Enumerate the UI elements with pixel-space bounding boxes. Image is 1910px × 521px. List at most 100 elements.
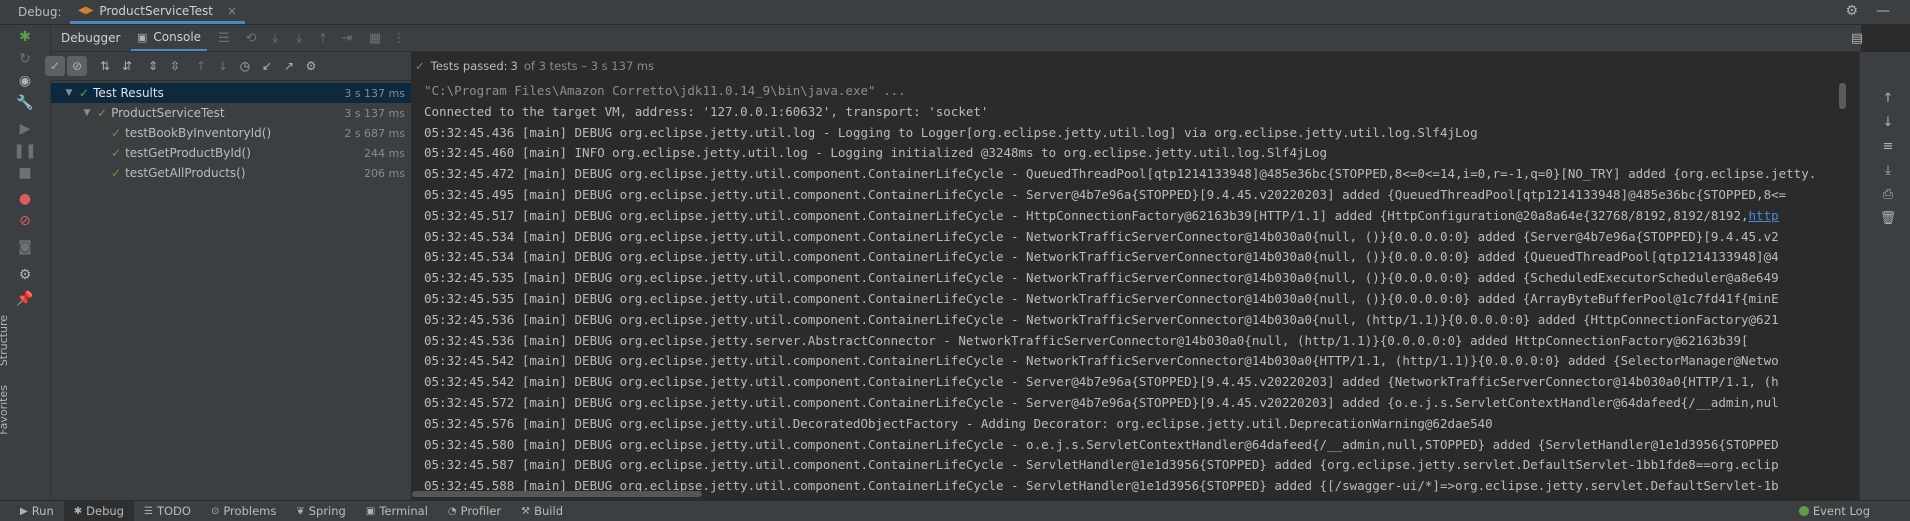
tree-node-test[interactable]: ✓ testGetProductById() 244 ms (51, 143, 411, 163)
pause-icon[interactable]: ❚❚ (13, 141, 36, 161)
status-detail: of 3 tests – 3 s 137 ms (523, 59, 655, 73)
layout-icon[interactable]: ☰ (214, 29, 234, 47)
passed-check-icon: ✓ (111, 146, 122, 160)
profiler-icon: ◔ (447, 505, 457, 517)
console-output[interactable]: "C:\Program Files\Amazon Corretto\jdk11.… (412, 81, 1860, 497)
settings-icon[interactable]: ⚙ (15, 265, 35, 285)
trash-icon[interactable]: 🗑 (1878, 208, 1898, 228)
passed-check-icon: ✓ (415, 59, 425, 73)
stop-icon[interactable]: ■ (15, 163, 35, 183)
tool-tab-run[interactable]: ▶ Run (10, 501, 64, 521)
export-tests-icon[interactable]: ↗ (279, 56, 299, 76)
tab-debugger[interactable]: Debugger (51, 25, 130, 51)
next-failed-icon[interactable]: ↓ (213, 56, 233, 76)
passed-check-icon: ✓ (97, 106, 108, 120)
step-over-icon[interactable]: ⤓ (265, 29, 285, 47)
horizontal-scrollbar[interactable] (412, 491, 702, 497)
tab-console-label: Console (153, 30, 202, 44)
view-breakpoints-icon[interactable]: ● (15, 189, 35, 209)
tool-tab-todo[interactable]: ☰ TODO (134, 501, 201, 521)
down-arrow-icon[interactable]: ↓ (1878, 112, 1898, 132)
console-toolbar: ↑ ↓ ≡ ⤓ ⎙ 🗑 (1859, 52, 1910, 500)
debug-label: Debug: (18, 5, 62, 19)
camera-icon[interactable]: ◙ (15, 237, 35, 257)
left-debug-toolbar: ✱ ↻ ◉ 🔧 ▶ ❚❚ ■ ● ⊘ ◙ ⚙ 📌 Structure Favor… (0, 25, 51, 500)
hammer-icon: ⚒ (521, 505, 531, 517)
soft-wrap-icon[interactable]: ≡ (1878, 136, 1898, 156)
trace-icon[interactable]: ⋮ (389, 29, 409, 47)
layout-settings-icon[interactable]: ▤ (1847, 29, 1867, 47)
resume-icon[interactable]: ▶ (15, 119, 35, 139)
tool-tab-profiler[interactable]: ◔ Profiler (438, 501, 511, 521)
console-line: 05:32:45.535 [main] DEBUG org.eclipse.je… (424, 290, 1779, 306)
console-line: 05:32:45.534 [main] DEBUG org.eclipse.je… (424, 228, 1779, 244)
tool-tab-build[interactable]: ⚒ Build (511, 501, 573, 521)
debug-tool-window-header: Debug: ◀▶ ProductServiceTest × ⚙ — (0, 0, 1910, 25)
tool-tab-debug[interactable]: ✱ Debug (63, 501, 134, 521)
tool-tab-label: Run (31, 504, 54, 518)
show-passed-icon[interactable]: ✓ (45, 56, 65, 76)
rerun-failed-icon[interactable]: ↻ (15, 49, 35, 69)
show-ignored-icon[interactable]: ⊘ (67, 56, 87, 76)
tool-tab-problems[interactable]: ⊙ Problems (201, 501, 286, 521)
status-count: 3 (510, 59, 518, 73)
scroll-to-end-icon[interactable]: ⤓ (1878, 160, 1898, 180)
mute-breakpoints-icon[interactable]: ⊘ (15, 211, 35, 231)
step-into-icon[interactable]: ⤓ (289, 29, 309, 47)
structure-tool-label[interactable]: Structure (0, 315, 10, 366)
passed-check-icon: ✓ (79, 86, 90, 100)
console-line: 05:32:45.517 [main] DEBUG org.eclipse.je… (412, 206, 1860, 227)
close-icon[interactable]: × (227, 4, 237, 18)
tree-node-time: 244 ms (364, 146, 405, 160)
console-line: 05:32:45.572 [main] DEBUG org.eclipse.je… (424, 394, 1779, 410)
tree-node-test[interactable]: ✓ testBookByInventoryId() 2 s 687 ms (51, 123, 411, 143)
toggle-auto-test-icon[interactable]: ◉ (15, 71, 35, 91)
step-out-icon[interactable]: ⤒ (313, 29, 333, 47)
tree-node-test-results[interactable]: ▼ ✓ Test Results 3 s 137 ms (51, 83, 411, 103)
tab-console[interactable]: ▣ Console (131, 25, 208, 51)
tree-node-label: ProductServiceTest (111, 106, 225, 120)
gear-icon[interactable]: ⚙ (1845, 3, 1858, 19)
tree-node-class[interactable]: ▼ ✓ ProductServiceTest 3 s 137 ms (51, 103, 411, 123)
print-icon[interactable]: ⎙ (1878, 184, 1898, 204)
test-settings-icon[interactable]: ⚙ (301, 56, 321, 76)
pin-icon[interactable]: 📌 (15, 289, 35, 309)
chevron-down-icon[interactable]: ▼ (63, 88, 75, 98)
minimize-icon[interactable]: — (1876, 3, 1890, 19)
tool-tab-label: Build (534, 504, 563, 518)
console-line: 05:32:45.580 [main] DEBUG org.eclipse.je… (424, 436, 1779, 452)
console-line: 05:32:45.436 [main] DEBUG org.eclipse.je… (424, 124, 1478, 140)
tool-tab-spring[interactable]: ❦ Spring (286, 501, 356, 521)
event-log-button[interactable]: Event Log (1798, 501, 1870, 521)
test-history-icon[interactable]: ◷ (235, 56, 255, 76)
import-tests-icon[interactable]: ↙ (257, 56, 277, 76)
up-arrow-icon[interactable]: ↑ (1878, 88, 1898, 108)
evaluate-expression-icon[interactable]: ▦ (365, 29, 385, 47)
previous-failed-icon[interactable]: ↑ (191, 56, 211, 76)
rerun-debug-icon[interactable]: ✱ (15, 27, 35, 47)
sort-by-duration-icon[interactable]: ⇵ (117, 56, 137, 76)
show-execution-point-icon[interactable]: ⟲ (241, 29, 261, 47)
collapse-all-icon[interactable]: ⇳ (165, 56, 185, 76)
tool-tab-label: TODO (156, 504, 191, 518)
chevron-down-icon[interactable]: ▼ (81, 108, 93, 118)
run-to-cursor-icon[interactable]: ⇥ (337, 29, 357, 47)
sort-alphabetically-icon[interactable]: ⇅ (95, 56, 115, 76)
console-link[interactable]: http (1749, 208, 1779, 223)
favorites-tool-label[interactable]: Favorites (0, 385, 10, 435)
tree-node-test[interactable]: ✓ testGetAllProducts() 206 ms (51, 163, 411, 183)
vertical-scrollbar[interactable] (1839, 83, 1846, 109)
tool-tab-terminal[interactable]: ▣ Terminal (356, 501, 438, 521)
tree-node-label: testGetAllProducts() (125, 166, 246, 180)
tree-node-label: Test Results (93, 86, 164, 100)
tree-node-label: testGetProductById() (125, 146, 251, 160)
run-config-tab[interactable]: ◀▶ ProductServiceTest × (70, 0, 245, 24)
modify-config-icon[interactable]: 🔧 (15, 93, 35, 113)
terminal-icon: ▣ (365, 505, 376, 517)
todo-list-icon: ☰ (143, 505, 153, 517)
console-line: 05:32:45.495 [main] DEBUG org.eclipse.je… (424, 186, 1787, 202)
run-config-tab-label: ProductServiceTest (99, 3, 213, 18)
run-icon: ▶ (20, 505, 28, 517)
expand-all-icon[interactable]: ⇕ (143, 56, 163, 76)
event-log-label: Event Log (1812, 504, 1870, 518)
